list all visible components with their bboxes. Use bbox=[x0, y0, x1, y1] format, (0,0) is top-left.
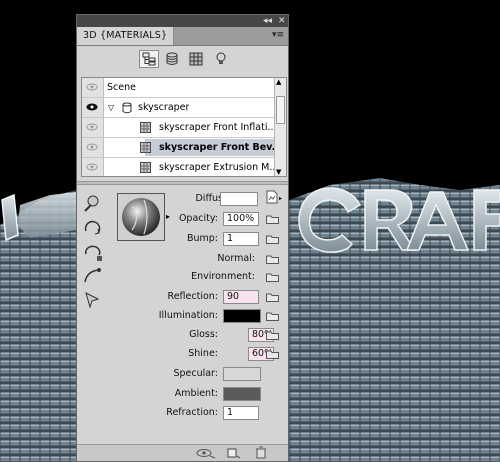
scroll-down-arrow-icon[interactable]: ▼ bbox=[276, 168, 281, 176]
tree-row-material-selected[interactable]: skyscraper Front Bev... bbox=[82, 138, 276, 158]
panel-divider-handle[interactable] bbox=[77, 181, 288, 185]
toggle-visibility-icon[interactable] bbox=[195, 447, 217, 459]
eye-icon bbox=[86, 163, 98, 171]
illumination-label: Illumination: bbox=[158, 310, 218, 321]
visibility-toggle[interactable] bbox=[82, 118, 104, 137]
visibility-toggle[interactable] bbox=[82, 138, 104, 157]
material-select-tool-icon[interactable] bbox=[81, 289, 105, 311]
environment-label: Environment: bbox=[191, 271, 255, 282]
material-drop-tool-icon[interactable] bbox=[81, 193, 105, 215]
light-bulb-icon bbox=[216, 52, 226, 64]
tree-row-label: skyscraper Front Inflati... bbox=[159, 122, 275, 133]
material-picker-arrow-icon[interactable]: ▸ bbox=[166, 212, 170, 221]
trash-icon[interactable] bbox=[255, 446, 267, 459]
collapse-icon[interactable]: ◂◂ bbox=[263, 15, 272, 27]
close-icon[interactable]: ✕ bbox=[278, 15, 286, 27]
tree-row-mesh[interactable]: ▽ skyscraper bbox=[82, 98, 276, 118]
visibility-toggle[interactable] bbox=[82, 78, 104, 97]
panel-header-strip: ◂◂ ✕ bbox=[77, 15, 288, 27]
mesh-icon bbox=[166, 52, 178, 65]
refraction-label: Refraction: bbox=[166, 407, 218, 418]
ambient-label: Ambient: bbox=[174, 388, 218, 399]
specular-color-swatch[interactable] bbox=[223, 367, 261, 381]
eye-icon bbox=[86, 123, 98, 131]
tree-row-label: skyscraper Front Bev... bbox=[159, 142, 275, 153]
new-light-icon[interactable] bbox=[227, 447, 241, 459]
folder-icon[interactable] bbox=[266, 349, 279, 359]
mesh-icon bbox=[122, 102, 132, 114]
tree-scrollbar[interactable]: ▲ ▼ bbox=[274, 78, 286, 176]
reflection-field[interactable]: 90 bbox=[223, 290, 259, 304]
scene-tree: Scene ▽ skyscraper skyscraper Front Infl… bbox=[81, 77, 287, 177]
bump-label: Bump: bbox=[186, 233, 218, 244]
folder-icon[interactable] bbox=[266, 292, 279, 302]
tree-row-material[interactable]: skyscraper Extrusion M... bbox=[82, 158, 276, 176]
tree-row-label: skyscraper Extrusion M... bbox=[159, 162, 275, 173]
material-preview-swatch[interactable] bbox=[117, 193, 165, 241]
rotate-object-tool-icon[interactable] bbox=[81, 217, 105, 239]
folder-icon[interactable] bbox=[266, 234, 279, 244]
folder-icon[interactable] bbox=[266, 272, 279, 282]
texture-file-icon[interactable] bbox=[266, 190, 278, 204]
eye-icon bbox=[86, 103, 98, 111]
panel-bottom-bar bbox=[77, 444, 288, 461]
illumination-color-swatch[interactable] bbox=[223, 309, 261, 323]
opacity-field[interactable]: 100% bbox=[223, 212, 259, 226]
reflection-label: Reflection: bbox=[167, 291, 218, 302]
tree-row-material[interactable]: skyscraper Front Inflati... bbox=[82, 118, 276, 138]
dropdown-arrow-icon[interactable]: ▸ bbox=[279, 195, 282, 202]
visibility-toggle[interactable] bbox=[82, 98, 104, 117]
filter-lights-button[interactable] bbox=[214, 52, 228, 66]
roll-object-tool-icon[interactable] bbox=[81, 241, 105, 263]
ambient-color-swatch[interactable] bbox=[223, 387, 261, 401]
3d-materials-panel: ◂◂ ✕ 3D {MATERIALS} ▾≡ Scene ▽ skyscrape… bbox=[76, 14, 289, 462]
folder-icon[interactable] bbox=[266, 254, 279, 264]
scroll-thumb[interactable] bbox=[276, 96, 285, 124]
panel-menu-icon[interactable]: ▾≡ bbox=[272, 30, 284, 40]
material-icon bbox=[140, 162, 151, 173]
folder-icon[interactable] bbox=[266, 214, 279, 224]
material-icon bbox=[140, 122, 151, 133]
tree-row-label: skyscraper bbox=[138, 102, 190, 113]
panel-tab-bar: 3D {MATERIALS} ▾≡ bbox=[77, 27, 288, 46]
filter-materials-button[interactable] bbox=[189, 52, 203, 66]
scroll-up-arrow-icon[interactable]: ▲ bbox=[276, 78, 281, 86]
specular-label: Specular: bbox=[173, 368, 218, 379]
material-grid-icon bbox=[189, 52, 203, 66]
material-icon bbox=[140, 142, 151, 153]
folder-icon[interactable] bbox=[266, 311, 279, 321]
shine-label: Shine: bbox=[188, 348, 218, 359]
visibility-toggle[interactable] bbox=[82, 158, 104, 176]
tree-row-label: Scene bbox=[107, 82, 136, 93]
scene-tree-icon bbox=[142, 52, 156, 66]
opacity-label: Opacity: bbox=[178, 213, 218, 224]
bump-field[interactable]: 1 bbox=[223, 232, 259, 246]
eye-icon bbox=[86, 83, 98, 91]
expand-triangle-icon[interactable]: ▽ bbox=[108, 98, 114, 117]
eye-icon bbox=[86, 143, 98, 151]
tab-3d-materials[interactable]: 3D {MATERIALS} bbox=[77, 27, 175, 45]
normal-label: Normal: bbox=[217, 253, 255, 264]
folder-icon[interactable] bbox=[266, 330, 279, 340]
filter-meshes-button[interactable] bbox=[165, 52, 179, 66]
drag-object-tool-icon[interactable] bbox=[81, 265, 105, 287]
tree-row-scene[interactable]: Scene bbox=[82, 78, 276, 98]
filter-whole-scene-button[interactable] bbox=[139, 50, 159, 68]
diffuse-color-swatch[interactable] bbox=[220, 192, 258, 206]
filter-toolbar bbox=[77, 47, 288, 73]
gloss-label: Gloss: bbox=[189, 329, 218, 340]
material-sphere-preview bbox=[118, 194, 164, 240]
refraction-field[interactable]: 1 bbox=[223, 406, 259, 420]
